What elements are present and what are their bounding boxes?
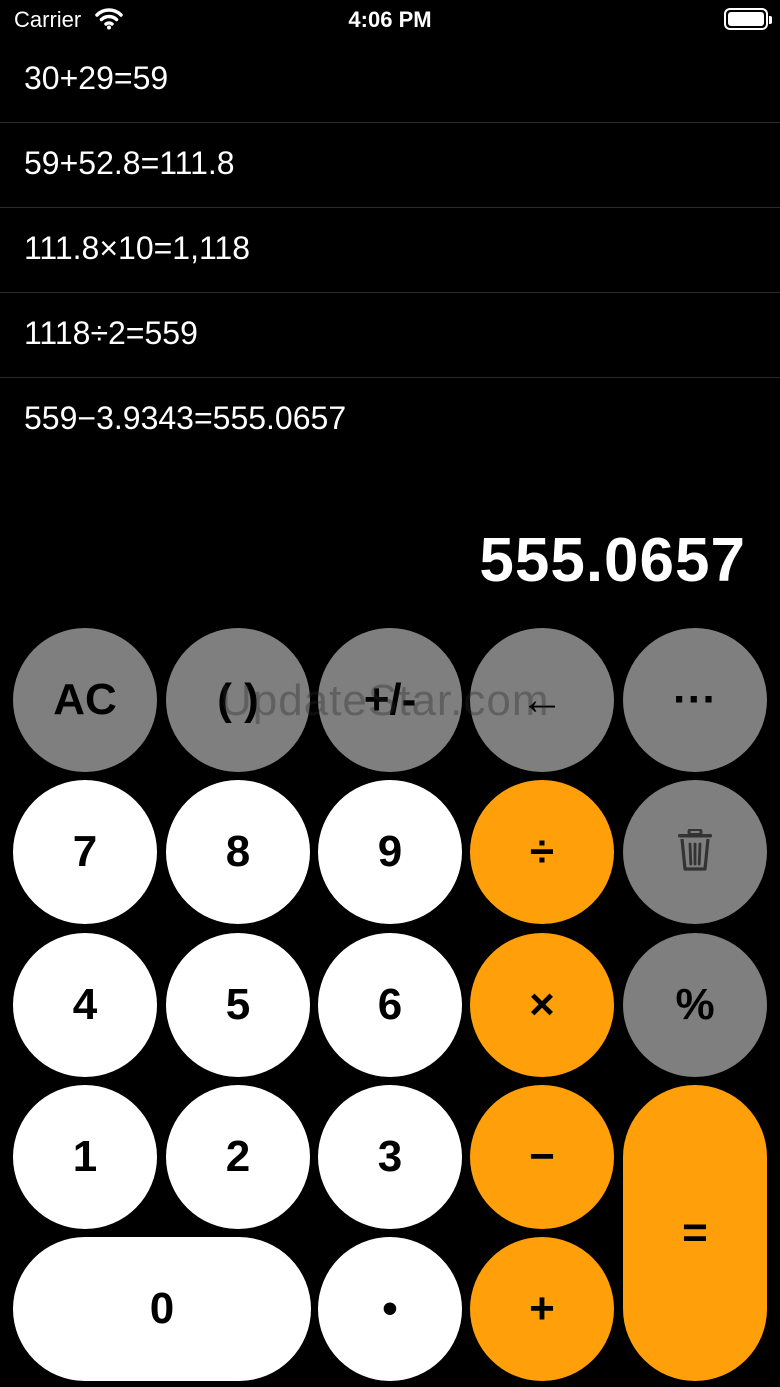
history-item[interactable]: 30+29=59 [0, 38, 780, 123]
history-item[interactable]: 111.8×10=1,118 [0, 208, 780, 293]
all-clear-button[interactable]: AC [13, 628, 157, 772]
backspace-button[interactable]: ← [470, 628, 614, 772]
more-button[interactable]: ··· [623, 628, 767, 772]
digit-3-button[interactable]: 3 [318, 1085, 462, 1229]
battery-icon [724, 8, 772, 30]
status-bar: Carrier 4:06 PM [0, 0, 780, 40]
history-list: 30+29=59 59+52.8=111.8 111.8×10=1,118 11… [0, 38, 780, 463]
arrow-left-icon: ← [520, 675, 564, 724]
digit-6-button[interactable]: 6 [318, 933, 462, 1077]
clear-history-button[interactable] [623, 780, 767, 924]
minus-button[interactable]: − [470, 1085, 614, 1229]
equals-button[interactable]: = [623, 1085, 767, 1381]
history-item[interactable]: 559−3.9343=555.0657 [0, 378, 780, 463]
digit-2-button[interactable]: 2 [166, 1085, 310, 1229]
digit-4-button[interactable]: 4 [13, 933, 157, 1077]
history-item[interactable]: 1118÷2=559 [0, 293, 780, 378]
divide-button[interactable]: ÷ [470, 780, 614, 924]
history-item[interactable]: 59+52.8=111.8 [0, 123, 780, 208]
ellipsis-icon: ··· [673, 675, 717, 724]
result-display: 555.0657 [479, 526, 746, 595]
clock: 4:06 PM [348, 7, 432, 32]
percent-button[interactable]: % [623, 933, 767, 1077]
trash-icon [677, 827, 713, 876]
digit-0-button[interactable]: 0 [13, 1237, 311, 1381]
digit-1-button[interactable]: 1 [13, 1085, 157, 1229]
digit-5-button[interactable]: 5 [166, 933, 310, 1077]
digit-7-button[interactable]: 7 [13, 780, 157, 924]
digit-8-button[interactable]: 8 [166, 780, 310, 924]
plus-minus-button[interactable]: +/- [318, 628, 462, 772]
digit-9-button[interactable]: 9 [318, 780, 462, 924]
decimal-button[interactable]: • [318, 1237, 462, 1381]
parentheses-button[interactable]: ( ) [166, 628, 310, 772]
multiply-button[interactable]: × [470, 933, 614, 1077]
plus-button[interactable]: + [470, 1237, 614, 1381]
